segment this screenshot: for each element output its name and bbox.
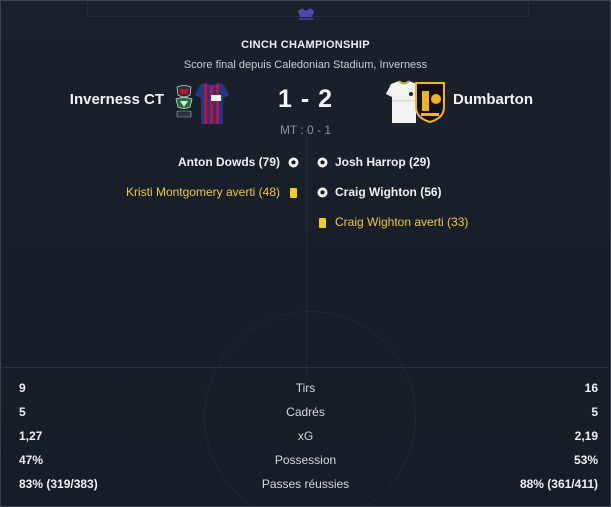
stat-label: Tirs <box>295 381 316 395</box>
halftime-score: MT : 0 - 1 <box>279 123 332 137</box>
stat-row-passes: 83% (319/383) Passes réussies 88% (361/4… <box>1 477 610 497</box>
away-team-crest-icon[interactable] <box>413 81 447 123</box>
stat-away-value: 53% <box>573 453 598 467</box>
stat-away-value: 5 <box>591 405 598 419</box>
stat-row-xg: 1,27 xG 2,19 <box>1 429 610 449</box>
stat-away-value: 2,19 <box>574 429 598 443</box>
competition-logo-icon <box>298 8 314 20</box>
home-event-goal[interactable]: Anton Dowds (79) <box>178 155 280 169</box>
stat-label: Cadrés <box>286 405 325 419</box>
away-event-yellow-card[interactable]: Craig Wighton averti (33) <box>335 215 468 229</box>
stat-label: Possession <box>274 453 337 467</box>
home-event-yellow-card[interactable]: Kristi Montgomery averti (48) <box>126 185 280 199</box>
stats-divider <box>2 367 609 368</box>
competition-title: CINCH CHAMPIONSHIP <box>241 39 370 51</box>
stat-label: Passes réussies <box>261 477 350 491</box>
football-icon <box>317 187 328 198</box>
stat-away-value: 88% (361/411) <box>519 477 598 491</box>
away-team-name[interactable]: Dumbarton <box>453 91 533 108</box>
match-subtitle: Score final depuis Caledonian Stadium, I… <box>183 59 428 71</box>
football-icon <box>288 157 299 168</box>
yellow-card-icon <box>290 188 297 198</box>
stat-row-shots: 9 Tirs 16 <box>1 381 610 401</box>
stat-row-possession: 47% Possession 53% <box>1 453 610 473</box>
away-event-goal[interactable]: Craig Wighton (56) <box>335 185 442 199</box>
stat-away-value: 16 <box>584 381 598 395</box>
stat-row-on-target: 5 Cadrés 5 <box>1 405 610 425</box>
away-event-goal[interactable]: Josh Harrop (29) <box>335 155 430 169</box>
match-summary-panel: CINCH CHAMPIONSHIP Score final depuis Ca… <box>0 0 611 507</box>
football-icon <box>317 157 328 168</box>
stat-label: xG <box>297 429 314 443</box>
yellow-card-icon <box>319 218 326 228</box>
